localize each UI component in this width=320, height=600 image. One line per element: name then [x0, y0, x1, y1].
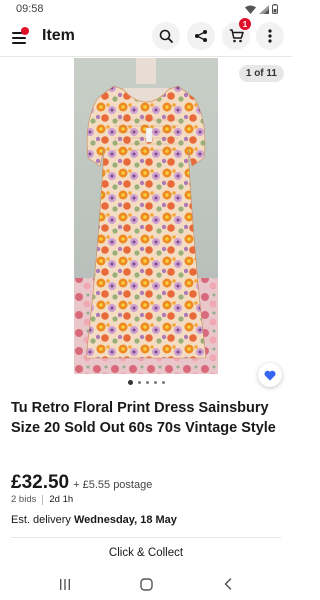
- cart-count-badge: 1: [239, 18, 251, 30]
- delivery-label: Est. delivery: [11, 514, 71, 526]
- recents-button[interactable]: [56, 575, 74, 593]
- back-button[interactable]: [219, 575, 237, 593]
- pagination-dot-active[interactable]: [127, 380, 133, 385]
- dress-photo: [74, 58, 218, 374]
- battery-icon: [272, 4, 278, 14]
- home-icon: [139, 577, 153, 591]
- search-icon: [159, 29, 173, 43]
- menu-icon-line: [12, 37, 26, 39]
- pagination-dot[interactable]: [161, 381, 165, 384]
- product-image[interactable]: [74, 58, 218, 374]
- cart-button[interactable]: 1: [222, 18, 251, 50]
- delivery-date: Wednesday, 18 May: [73, 514, 177, 526]
- status-icons: [245, 4, 278, 14]
- status-bar: 09:58: [0, 0, 292, 18]
- price: £32.50: [11, 472, 70, 493]
- delivery-estimate: Est. delivery Wednesday, 18 May: [11, 514, 177, 526]
- status-time: 09:58: [16, 3, 44, 15]
- signal-icon: [259, 4, 269, 14]
- more-vertical-icon: [268, 29, 272, 43]
- notification-dot: [21, 27, 29, 35]
- section-divider: [11, 537, 281, 538]
- pagination-dot[interactable]: [137, 381, 141, 384]
- bids-separator: [42, 494, 44, 505]
- page-title: Item: [42, 27, 75, 44]
- app-header: Item 1: [0, 18, 292, 56]
- share-icon: [195, 30, 207, 42]
- cart-icon: [229, 29, 244, 43]
- search-button[interactable]: [152, 22, 180, 50]
- click-collect-link[interactable]: Click & Collect: [0, 547, 292, 559]
- menu-icon-line: [12, 42, 26, 44]
- home-button[interactable]: [137, 575, 155, 593]
- heart-icon: [264, 370, 276, 380]
- image-gallery[interactable]: 1 of 11: [0, 57, 292, 387]
- postage: + £5.55 postage: [73, 479, 153, 491]
- recents-icon: [60, 578, 70, 590]
- product-title: Tu Retro Floral Print Dress Sainsbury Si…: [11, 400, 276, 436]
- price-row: £32.50 + £5.55 postage: [11, 472, 152, 494]
- more-options-button[interactable]: [256, 22, 284, 50]
- share-button[interactable]: [187, 22, 215, 50]
- wifi-icon: [245, 5, 256, 14]
- gallery-pagination: [0, 380, 292, 385]
- image-counter: 1 of 11: [238, 65, 284, 82]
- time-left: 2d 1h: [49, 494, 74, 505]
- pagination-dot[interactable]: [145, 381, 149, 384]
- menu-button[interactable]: [10, 27, 30, 47]
- pagination-dot[interactable]: [153, 381, 157, 384]
- system-nav-bar: [0, 567, 292, 600]
- bids-row: 2 bids 2d 1h: [11, 494, 73, 505]
- bid-count[interactable]: 2 bids: [11, 494, 36, 505]
- back-icon: [224, 578, 232, 590]
